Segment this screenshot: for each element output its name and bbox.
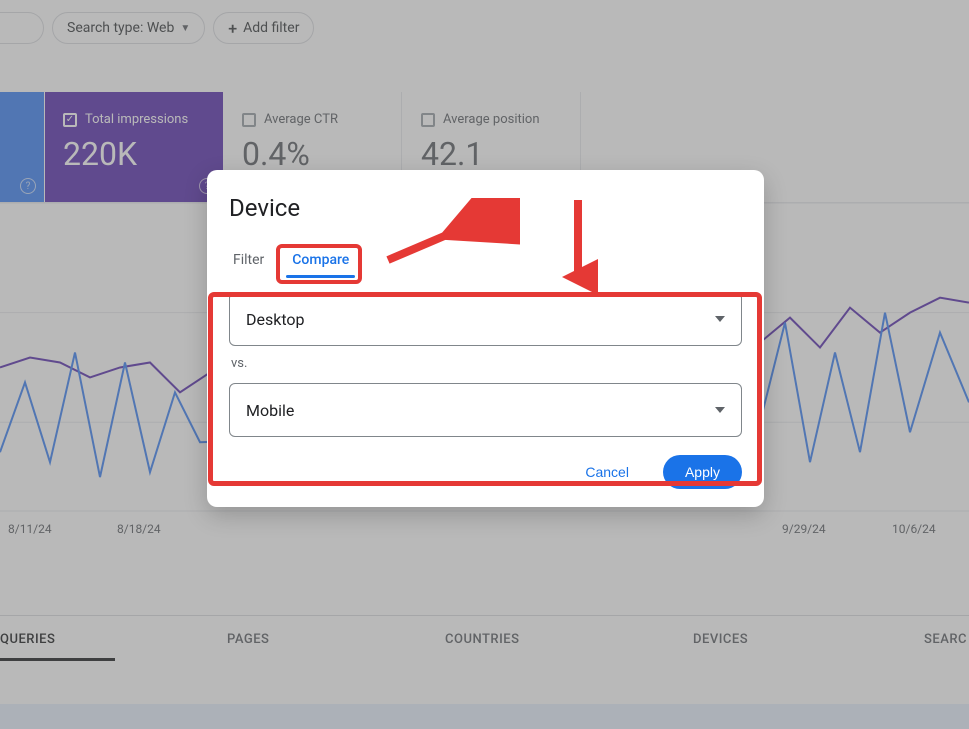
annotation-highlight-compare	[276, 244, 362, 284]
modal-tab-filter[interactable]: Filter	[229, 246, 268, 274]
annotation-arrow-icon	[558, 195, 598, 295]
annotation-highlight-selects	[208, 292, 762, 486]
annotation-arrow-icon	[370, 198, 520, 278]
